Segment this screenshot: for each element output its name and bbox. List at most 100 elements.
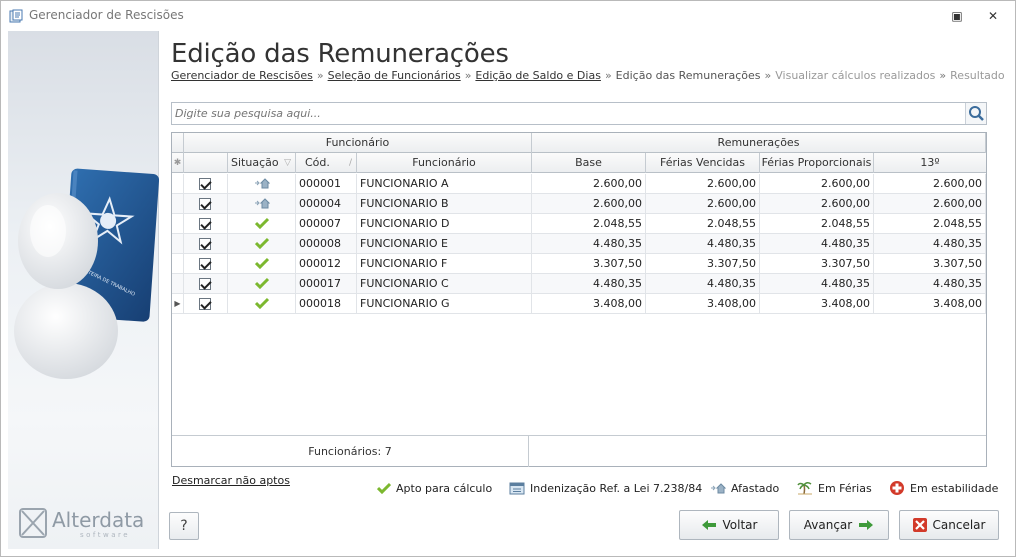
breadcrumb-separator: » [316, 69, 324, 82]
cell-cod[interactable]: 000001 [296, 174, 357, 193]
breadcrumb-selecao[interactable]: Seleção de Funcionários [328, 69, 461, 82]
cell-base[interactable]: 2.600,00 [532, 174, 646, 193]
person-card-illustration: CARTEIRA DE TRABALHO [14, 168, 160, 379]
cell-13[interactable]: 3.307,50 [874, 254, 986, 273]
cell-cod[interactable]: 000018 [296, 294, 357, 313]
cell-ferias-vencidas[interactable]: 2.600,00 [646, 174, 760, 193]
help-button[interactable]: ? [169, 512, 199, 540]
column-header-check[interactable] [184, 153, 228, 173]
column-header-funcionario[interactable]: Funcionário [357, 153, 532, 173]
row-checkbox[interactable] [199, 238, 211, 250]
cell-base[interactable]: 3.307,50 [532, 254, 646, 273]
cell-funcionario[interactable]: FUNCIONARIO F [357, 254, 532, 273]
employee-count: Funcionários: 7 [172, 436, 529, 467]
cancel-button[interactable]: Cancelar [899, 510, 999, 540]
cell-ferias-vencidas[interactable]: 4.480,35 [646, 234, 760, 253]
row-checkbox-cell [184, 234, 228, 253]
legend-estabilidade: Em estabilidade [889, 480, 998, 496]
cell-13[interactable]: 4.480,35 [874, 234, 986, 253]
row-indicator-icon [172, 254, 184, 273]
cell-situacao [228, 234, 296, 253]
grid-footer: Funcionários: 7 [172, 435, 986, 467]
row-checkbox[interactable] [199, 278, 211, 290]
cell-base[interactable]: 2.048,55 [532, 214, 646, 233]
row-checkbox[interactable] [199, 198, 211, 210]
cell-ferias-proporcionais[interactable]: 3.408,00 [760, 294, 874, 313]
cell-13[interactable]: 2.048,55 [874, 214, 986, 233]
row-checkbox[interactable] [199, 258, 211, 270]
row-checkbox[interactable] [199, 218, 211, 230]
table-row[interactable]: ▶ 000018 FUNCIONARIO G 3.408,00 3.408,00 3.40… [172, 294, 986, 314]
arrow-left-icon [701, 520, 716, 530]
column-header-13[interactable]: 13º [874, 153, 986, 173]
cell-cod[interactable]: 000008 [296, 234, 357, 253]
restore-button[interactable]: ▣ [947, 7, 967, 25]
column-header-situacao[interactable]: Situação ▽ [228, 153, 296, 173]
cell-base[interactable]: 4.480,35 [532, 234, 646, 253]
cell-ferias-proporcionais[interactable]: 2.600,00 [760, 194, 874, 213]
cell-funcionario[interactable]: FUNCIONARIO D [357, 214, 532, 233]
row-checkbox[interactable] [199, 298, 211, 310]
cell-cod[interactable]: 000004 [296, 194, 357, 213]
cell-ferias-proporcionais[interactable]: 4.480,35 [760, 234, 874, 253]
cell-funcionario[interactable]: FUNCIONARIO G [357, 294, 532, 313]
cell-13[interactable]: 2.600,00 [874, 194, 986, 213]
title-bar: Gerenciador de Rescisões ▣ ✕ [1, 1, 1015, 31]
cell-funcionario[interactable]: FUNCIONARIO C [357, 274, 532, 293]
row-checkbox-cell [184, 254, 228, 273]
back-button[interactable]: Voltar [679, 510, 779, 540]
cell-base[interactable]: 3.408,00 [532, 294, 646, 313]
cell-funcionario[interactable]: FUNCIONARIO B [357, 194, 532, 213]
breadcrumb-current: Edição das Remunerações [615, 69, 761, 82]
breadcrumb-visualizar: Visualizar cálculos realizados [775, 69, 936, 82]
search-button[interactable] [965, 103, 986, 124]
cell-base[interactable]: 4.480,35 [532, 274, 646, 293]
house-icon [254, 198, 270, 209]
column-header-base[interactable]: Base [532, 153, 646, 173]
check-icon [254, 237, 269, 250]
unmark-not-eligible-link[interactable]: Desmarcar não aptos [172, 474, 290, 487]
page-title: Edição das Remunerações [171, 39, 509, 69]
cell-13[interactable]: 4.480,35 [874, 274, 986, 293]
cell-base[interactable]: 2.600,00 [532, 194, 646, 213]
row-indicator-icon [172, 194, 184, 213]
next-button[interactable]: Avançar [789, 510, 889, 540]
column-header-ferias-proporcionais[interactable]: Férias Proporcionais [760, 153, 874, 173]
cell-ferias-vencidas[interactable]: 4.480,35 [646, 274, 760, 293]
close-button[interactable]: ✕ [983, 7, 1003, 25]
back-button-label: Voltar [722, 518, 758, 532]
cell-ferias-vencidas[interactable]: 2.600,00 [646, 194, 760, 213]
cell-ferias-vencidas[interactable]: 3.307,50 [646, 254, 760, 273]
cell-ferias-proporcionais[interactable]: 4.480,35 [760, 274, 874, 293]
cell-ferias-proporcionais[interactable]: 3.307,50 [760, 254, 874, 273]
search-box [171, 102, 987, 125]
cell-13[interactable]: 3.408,00 [874, 294, 986, 313]
cell-13[interactable]: 2.600,00 [874, 174, 986, 193]
column-header-ferias-vencidas[interactable]: Férias Vencidas [646, 153, 760, 173]
table-row[interactable]: 000017 FUNCIONARIO C 4.480,35 4.480,35 4.480… [172, 274, 986, 294]
cell-cod[interactable]: 000017 [296, 274, 357, 293]
table-row[interactable]: 000001 FUNCIONARIO A 2.600,00 2.600,00 2.600… [172, 174, 986, 194]
row-indicator-icon [172, 174, 184, 193]
table-row[interactable]: 000012 FUNCIONARIO F 3.307,50 3.307,50 3.307… [172, 254, 986, 274]
cell-ferias-vencidas[interactable]: 2.048,55 [646, 214, 760, 233]
breadcrumb-gerenciador[interactable]: Gerenciador de Rescisões [171, 69, 313, 82]
search-input[interactable] [172, 103, 966, 124]
breadcrumb-saldo[interactable]: Edição de Saldo e Dias [475, 69, 601, 82]
row-indicator-icon [172, 274, 184, 293]
cell-funcionario[interactable]: FUNCIONARIO A [357, 174, 532, 193]
check-icon [254, 257, 269, 270]
table-row[interactable]: 000007 FUNCIONARIO D 2.048,55 2.048,55 2.048… [172, 214, 986, 234]
table-row[interactable]: 000004 FUNCIONARIO B 2.600,00 2.600,00 2.600… [172, 194, 986, 214]
cell-ferias-vencidas[interactable]: 3.408,00 [646, 294, 760, 313]
cell-situacao [228, 274, 296, 293]
cell-cod[interactable]: 000012 [296, 254, 357, 273]
cell-ferias-proporcionais[interactable]: 2.600,00 [760, 174, 874, 193]
table-row[interactable]: 000008 FUNCIONARIO E 4.480,35 4.480,35 4.480… [172, 234, 986, 254]
cell-funcionario[interactable]: FUNCIONARIO E [357, 234, 532, 253]
cell-situacao [228, 254, 296, 273]
cell-cod[interactable]: 000007 [296, 214, 357, 233]
row-checkbox[interactable] [199, 178, 211, 190]
column-header-cod[interactable]: Cód. / [296, 153, 357, 173]
cell-ferias-proporcionais[interactable]: 2.048,55 [760, 214, 874, 233]
